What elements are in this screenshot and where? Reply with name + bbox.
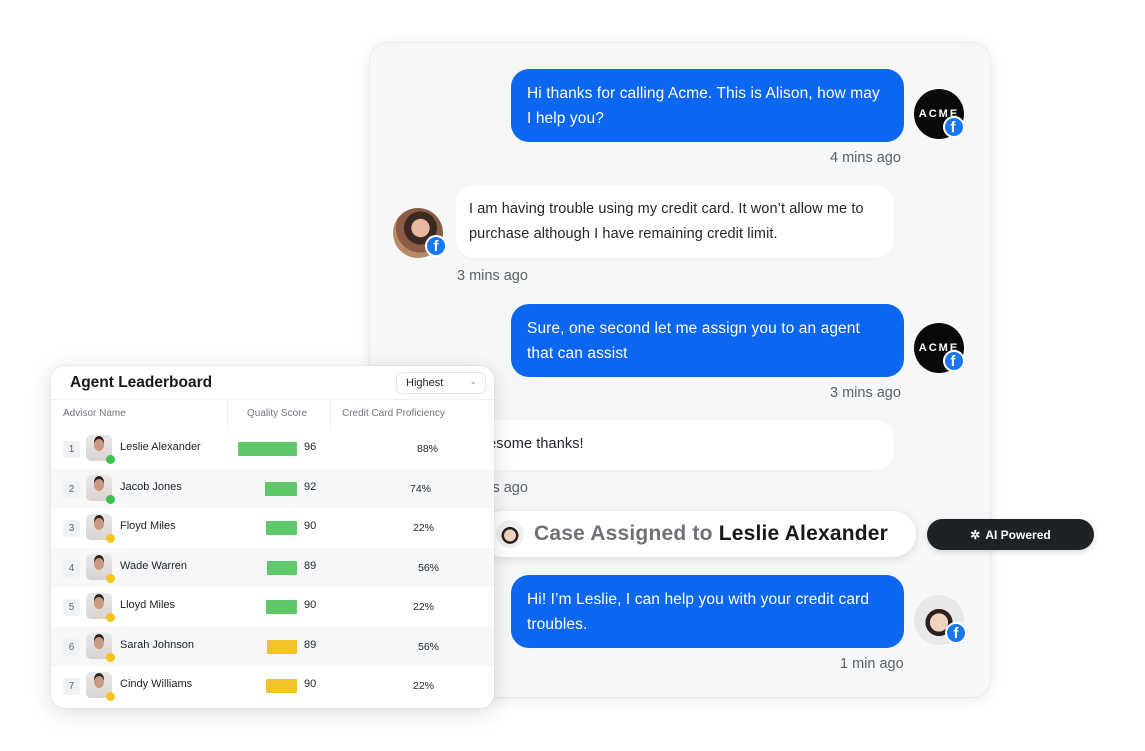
sparkle-icon: ✲ — [970, 527, 981, 542]
message-bubble-outgoing: Sure, one second let me assign you to an… — [511, 304, 904, 377]
leaderboard-row[interactable]: 3 Floyd Miles 90 22% — [51, 508, 494, 548]
sort-select[interactable]: Highest ⌄ — [396, 372, 486, 394]
quality-score-bar — [267, 560, 297, 575]
agent-avatar: f — [914, 595, 967, 645]
status-online-indicator — [106, 455, 115, 464]
message-text: Sure, one second let me assign you to an… — [527, 320, 860, 362]
status-away-indicator — [106, 692, 115, 701]
case-assigned-text: Case Assigned to Leslie Alexander — [534, 522, 888, 546]
quality-score-bar — [266, 679, 297, 693]
quality-score-value: 90 — [304, 599, 317, 611]
leaderboard-title: Agent Leaderboard — [70, 374, 213, 391]
message-timestamp: 3 mins ago — [830, 385, 901, 401]
message-bubble-outgoing: Hi thanks for calling Acme. This is Alis… — [511, 69, 904, 142]
quality-score-bar — [266, 600, 297, 614]
leaderboard-row[interactable]: 2 Jacob Jones 92 74% — [51, 468, 494, 508]
case-assigned-agent: Leslie Alexander — [718, 522, 889, 545]
proficiency-value: 56% — [418, 640, 440, 653]
message-text: I am having trouble using my credit card… — [469, 201, 864, 242]
agent-name: Jacob Jones — [120, 480, 182, 493]
acme-avatar: ACME f — [914, 89, 965, 139]
message-bubble-incoming: Awesome thanks! — [456, 420, 894, 470]
quality-score-value: 96 — [304, 441, 317, 453]
status-online-indicator — [106, 494, 115, 504]
ai-powered-badge: ✲ AI Powered — [927, 519, 1094, 550]
agent-name: Floyd Miles — [120, 520, 176, 532]
customer-avatar: f — [393, 208, 447, 258]
quality-score-bar — [265, 481, 297, 496]
facebook-icon: f — [945, 622, 967, 644]
facebook-glyph: f — [433, 238, 439, 255]
message-text: Hi! I’m Leslie, I can help you with your… — [527, 591, 870, 633]
chevron-down-icon: ⌄ — [469, 376, 477, 386]
proficiency-value: 74% — [410, 482, 432, 495]
rank-badge: 5 — [63, 599, 80, 616]
message-bubble-incoming: I am having trouble using my credit card… — [456, 185, 894, 258]
facebook-glyph: f — [950, 119, 958, 136]
quality-score-value: 89 — [304, 638, 317, 651]
column-header-quality[interactable]: Quality Score — [247, 408, 307, 419]
message-timestamp: 4 mins ago — [830, 150, 901, 166]
facebook-icon: f — [425, 235, 447, 257]
rank-badge: 3 — [63, 520, 80, 537]
rank-badge: 4 — [63, 559, 80, 577]
case-assigned-banner: Case Assigned to Leslie Alexander — [480, 511, 916, 557]
leaderboard-row[interactable]: 7 Cindy Williams 90 22% — [51, 666, 494, 706]
quality-score-value: 92 — [304, 480, 317, 493]
case-assigned-prefix: Case Assigned to — [534, 522, 713, 545]
leaderboard-row[interactable]: 4 Wade Warren 89 56% — [51, 547, 494, 587]
leaderboard-row[interactable]: 1 Leslie Alexander 96 88% — [51, 429, 494, 469]
quality-score-bar — [266, 521, 297, 535]
leaderboard-row[interactable]: 5 Lloyd Miles 90 22% — [51, 587, 494, 627]
rank-badge: 1 — [63, 441, 80, 458]
proficiency-value: 22% — [413, 601, 435, 613]
sort-select-value: Highest — [406, 377, 444, 389]
agent-name: Cindy Williams — [120, 678, 193, 690]
column-header-advisor[interactable]: Advisor Name — [63, 408, 126, 419]
message-text: Hi thanks for calling Acme. This is Alis… — [527, 85, 880, 127]
message-bubble-outgoing: Hi! I’m Leslie, I can help you with your… — [511, 575, 904, 648]
facebook-glyph: f — [950, 353, 958, 370]
agent-leaderboard: Agent Leaderboard Highest ⌄ Advisor Name… — [51, 366, 494, 708]
leaderboard-row[interactable]: 6 Sarah Johnson 89 56% — [51, 626, 494, 666]
agent-name: Wade Warren — [120, 559, 188, 572]
quality-score-value: 90 — [304, 520, 317, 532]
facebook-icon: f — [943, 350, 965, 372]
facebook-glyph: f — [953, 625, 959, 642]
proficiency-value: 88% — [417, 443, 439, 455]
status-away-indicator — [106, 573, 115, 583]
message-timestamp: 3 mins ago — [457, 268, 528, 284]
rank-badge: 7 — [63, 678, 80, 695]
column-header-proficiency[interactable]: Credit Card Proficiency — [342, 408, 445, 419]
assigned-agent-avatar — [496, 520, 524, 548]
quality-score-bar — [267, 639, 297, 654]
message-timestamp: 1 min ago — [840, 656, 904, 672]
column-divider — [330, 400, 331, 430]
rank-badge: 6 — [63, 638, 80, 656]
column-divider — [227, 400, 228, 430]
status-away-indicator — [106, 613, 115, 622]
leaderboard-header: Advisor Name Quality Score Credit Card P… — [51, 399, 494, 430]
agent-name: Sarah Johnson — [120, 638, 194, 651]
facebook-icon: f — [943, 116, 965, 138]
agent-name: Leslie Alexander — [120, 441, 201, 453]
status-away-indicator — [106, 534, 115, 543]
proficiency-value: 22% — [413, 680, 435, 692]
proficiency-value: 56% — [418, 561, 440, 574]
ai-powered-label: AI Powered — [985, 527, 1051, 542]
quality-score-bar — [238, 442, 297, 456]
proficiency-value: 22% — [413, 522, 435, 534]
rank-badge: 2 — [63, 480, 80, 498]
agent-name: Lloyd Miles — [120, 599, 176, 611]
acme-avatar: ACME f — [914, 323, 965, 373]
status-away-indicator — [106, 652, 115, 662]
quality-score-value: 89 — [304, 559, 317, 572]
quality-score-value: 90 — [304, 678, 317, 690]
